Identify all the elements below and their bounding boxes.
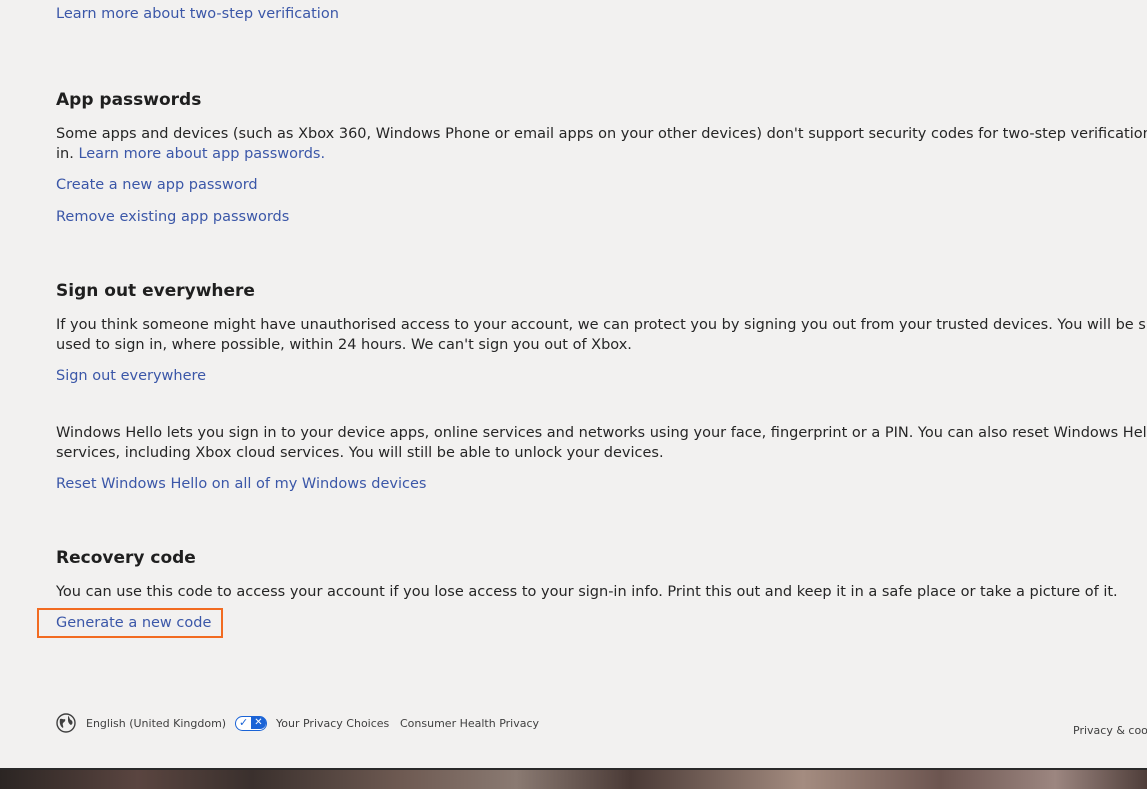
app-passwords-desc-prefix: in. (56, 146, 79, 162)
app-passwords-heading: App passwords (56, 90, 202, 110)
windows-hello-desc-line1: Windows Hello lets you sign in to your d… (56, 425, 1147, 441)
sign-out-everywhere-link[interactable]: Sign out everywhere (56, 368, 206, 384)
desktop-wallpaper (0, 770, 1147, 789)
app-passwords-desc-line1: Some apps and devices (such as Xbox 360,… (56, 126, 1147, 142)
windows-hello-desc-line2: services, including Xbox cloud services.… (56, 445, 664, 461)
sign-out-desc-line2: used to sign in, where possible, within … (56, 337, 632, 353)
account-security-page: Learn more about two-step verification A… (0, 0, 1147, 770)
remove-app-passwords-link[interactable]: Remove existing app passwords (56, 209, 289, 225)
language-label: English (United Kingdom) (86, 716, 227, 730)
language-selector[interactable]: English (United Kingdom) (56, 713, 226, 733)
globe-icon (56, 713, 76, 733)
learn-two-step-link[interactable]: Learn more about two-step verification (56, 6, 339, 22)
recovery-code-heading: Recovery code (56, 548, 196, 568)
consumer-health-privacy-link[interactable]: Consumer Health Privacy (400, 717, 539, 730)
app-passwords-desc-line2: in. Learn more about app passwords. (56, 144, 325, 164)
privacy-cookies-link[interactable]: Privacy & cooki (1073, 724, 1147, 737)
consumer-health-label: Consumer Health Privacy (400, 717, 540, 730)
privacy-choices-label: Your Privacy Choices (276, 717, 390, 730)
privacy-choices-link[interactable]: ✓ ✕ Your Privacy Choices (235, 716, 389, 731)
create-app-password-link[interactable]: Create a new app password (56, 177, 258, 193)
reset-windows-hello-link[interactable]: Reset Windows Hello on all of my Windows… (56, 476, 426, 492)
recovery-code-desc: You can use this code to access your acc… (56, 584, 1118, 600)
generate-new-code-link[interactable]: Generate a new code (56, 615, 211, 631)
learn-app-passwords-link[interactable]: Learn more about app passwords. (78, 146, 325, 162)
sign-out-heading: Sign out everywhere (56, 281, 255, 301)
sign-out-desc-line1: If you think someone might have unauthor… (56, 317, 1147, 333)
privacy-choices-icon: ✓ ✕ (235, 716, 267, 731)
